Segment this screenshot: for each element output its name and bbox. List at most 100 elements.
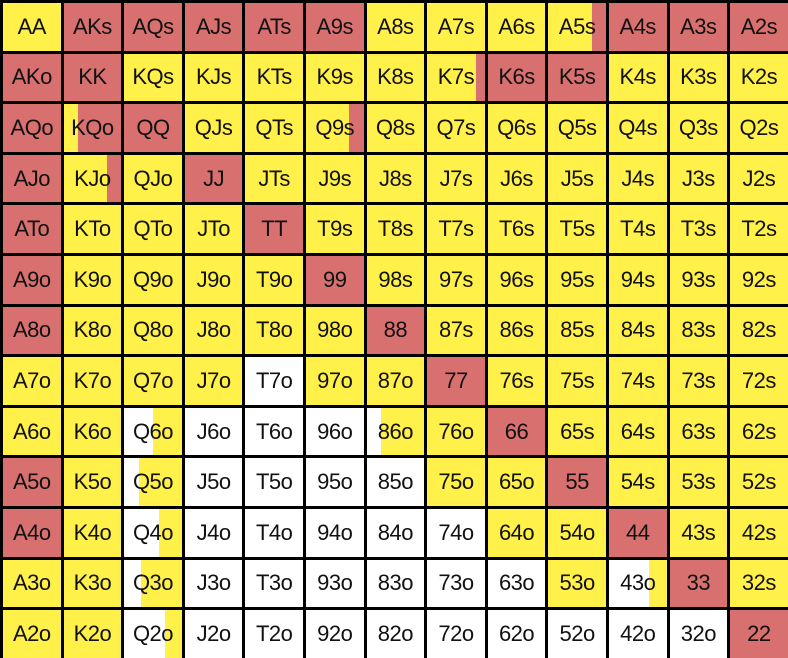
hand-label: 92o — [317, 620, 353, 646]
hand-cell-ako: AKo — [3, 53, 61, 102]
hand-label: K4s — [619, 64, 657, 90]
hand-cell-85s: 85s — [548, 306, 606, 355]
hand-cell-j8o: J8o — [184, 306, 243, 355]
hand-cell-a6s: A6s — [487, 3, 546, 51]
hand-cell-k6o: K6o — [63, 407, 122, 456]
hand-cell-k8o: K8o — [63, 306, 122, 355]
hand-label: 83s — [681, 317, 716, 343]
hand-cell-a9s: A9s — [305, 3, 364, 51]
hand-label: JTo — [197, 216, 230, 242]
hand-cell-96o: 96o — [305, 407, 364, 456]
hand-cell-q4s: Q4s — [608, 104, 667, 152]
hand-cell-t7s: T7s — [427, 205, 485, 253]
hand-cell-a5o: A5o — [3, 458, 61, 506]
hand-cell-54s: 54s — [608, 458, 667, 506]
hand-cell-t9o: T9o — [245, 255, 303, 304]
hand-cell-q9s: Q9s — [305, 104, 364, 152]
hand-cell-93o: 93o — [305, 559, 364, 608]
hand-cell-j7s: J7s — [427, 154, 485, 203]
hand-label: Q2s — [739, 114, 779, 140]
hand-cell-k5o: K5o — [63, 458, 122, 506]
hand-cell-k9o: K9o — [63, 255, 122, 304]
hand-cell-j3s: J3s — [669, 154, 728, 203]
hand-label: A8s — [377, 13, 414, 39]
hand-cell-98o: 98o — [305, 306, 364, 355]
hand-label: 97o — [317, 367, 353, 393]
hand-cell-a2s: A2s — [730, 3, 788, 51]
hand-label: A6s — [498, 13, 535, 39]
hand-cell-kk: KK — [63, 53, 122, 102]
hand-cell-j5o: J5o — [184, 458, 243, 506]
hand-label: Q6o — [132, 418, 174, 444]
hand-label: AJo — [13, 165, 51, 191]
hand-cell-q7o: Q7o — [124, 357, 182, 405]
hand-label: 72o — [438, 620, 474, 646]
hand-cell-kto: KTo — [63, 205, 122, 253]
hand-cell-44: 44 — [608, 508, 667, 557]
hand-cell-q7s: Q7s — [427, 104, 485, 152]
hand-label: J3s — [681, 165, 715, 191]
hand-label: 55 — [565, 469, 589, 495]
hand-cell-a3o: A3o — [3, 559, 61, 608]
hand-cell-t9s: T9s — [305, 205, 364, 253]
hand-label: 73s — [681, 367, 716, 393]
hand-cell-43o: 43o — [608, 559, 667, 608]
hand-cell-65s: 65s — [548, 407, 606, 456]
hand-cell-62o: 62o — [487, 610, 546, 658]
hand-cell-72o: 72o — [427, 610, 485, 658]
hand-cell-kjo: KJo — [63, 154, 122, 203]
hand-cell-q6s: Q6s — [487, 104, 546, 152]
hand-cell-jto: JTo — [184, 205, 243, 253]
hand-cell-ato: ATo — [3, 205, 61, 253]
hand-label: QTs — [255, 114, 293, 140]
hand-cell-q3o: Q3o — [124, 559, 182, 608]
hand-cell-65o: 65o — [487, 458, 546, 506]
hand-label: 87o — [377, 367, 414, 393]
hand-label: AA — [17, 13, 47, 39]
hand-label: T8o — [255, 317, 293, 343]
hand-label: AJs — [195, 13, 232, 39]
hand-cell-85o: 85o — [366, 458, 425, 506]
hand-label: Q7o — [132, 367, 174, 393]
hand-cell-98s: 98s — [366, 255, 425, 304]
hand-label: A2s — [740, 13, 778, 39]
hand-label: 84o — [377, 519, 414, 545]
hand-label: A5s — [558, 13, 596, 39]
hand-label: Q4s — [618, 114, 658, 140]
hand-cell-73s: 73s — [669, 357, 728, 405]
hand-cell-t7o: T7o — [245, 357, 303, 405]
hand-label: 97s — [438, 266, 473, 292]
hand-label: K5s — [558, 64, 596, 90]
hand-cell-76o: 76o — [427, 407, 485, 456]
hand-label: J4o — [196, 519, 231, 545]
hand-cell-a4o: A4o — [3, 508, 61, 557]
hand-label: A8o — [12, 317, 51, 343]
hand-label: T9o — [255, 266, 293, 292]
hand-cell-97o: 97o — [305, 357, 364, 405]
hand-label: 93o — [317, 570, 353, 596]
hand-cell-qjs: QJs — [184, 104, 243, 152]
hand-cell-t4o: T4o — [245, 508, 303, 557]
hand-cell-75o: 75o — [427, 458, 485, 506]
hand-label: J9s — [318, 165, 352, 191]
hand-cell-33: 33 — [669, 559, 728, 608]
hand-label: 42o — [620, 620, 656, 646]
hand-label: T5o — [255, 469, 293, 495]
hand-cell-62s: 62s — [730, 407, 788, 456]
hand-cell-qto: QTo — [124, 205, 182, 253]
hand-label: T6s — [498, 216, 535, 242]
hand-label: Q2o — [132, 620, 174, 646]
hand-cell-j6o: J6o — [184, 407, 243, 456]
hand-cell-k4o: K4o — [63, 508, 122, 557]
hand-label: 52s — [741, 469, 776, 495]
hand-label: 75s — [560, 367, 595, 393]
hand-label: 54o — [559, 519, 596, 545]
hand-cell-j4s: J4s — [608, 154, 667, 203]
hand-label: T2o — [255, 620, 293, 646]
hand-cell-77: 77 — [427, 357, 485, 405]
hand-label: Q5o — [132, 469, 174, 495]
hand-cell-83o: 83o — [366, 559, 425, 608]
hand-cell-aks: AKs — [63, 3, 122, 51]
hand-label: J2o — [196, 620, 231, 646]
hand-label: 98s — [378, 266, 413, 292]
